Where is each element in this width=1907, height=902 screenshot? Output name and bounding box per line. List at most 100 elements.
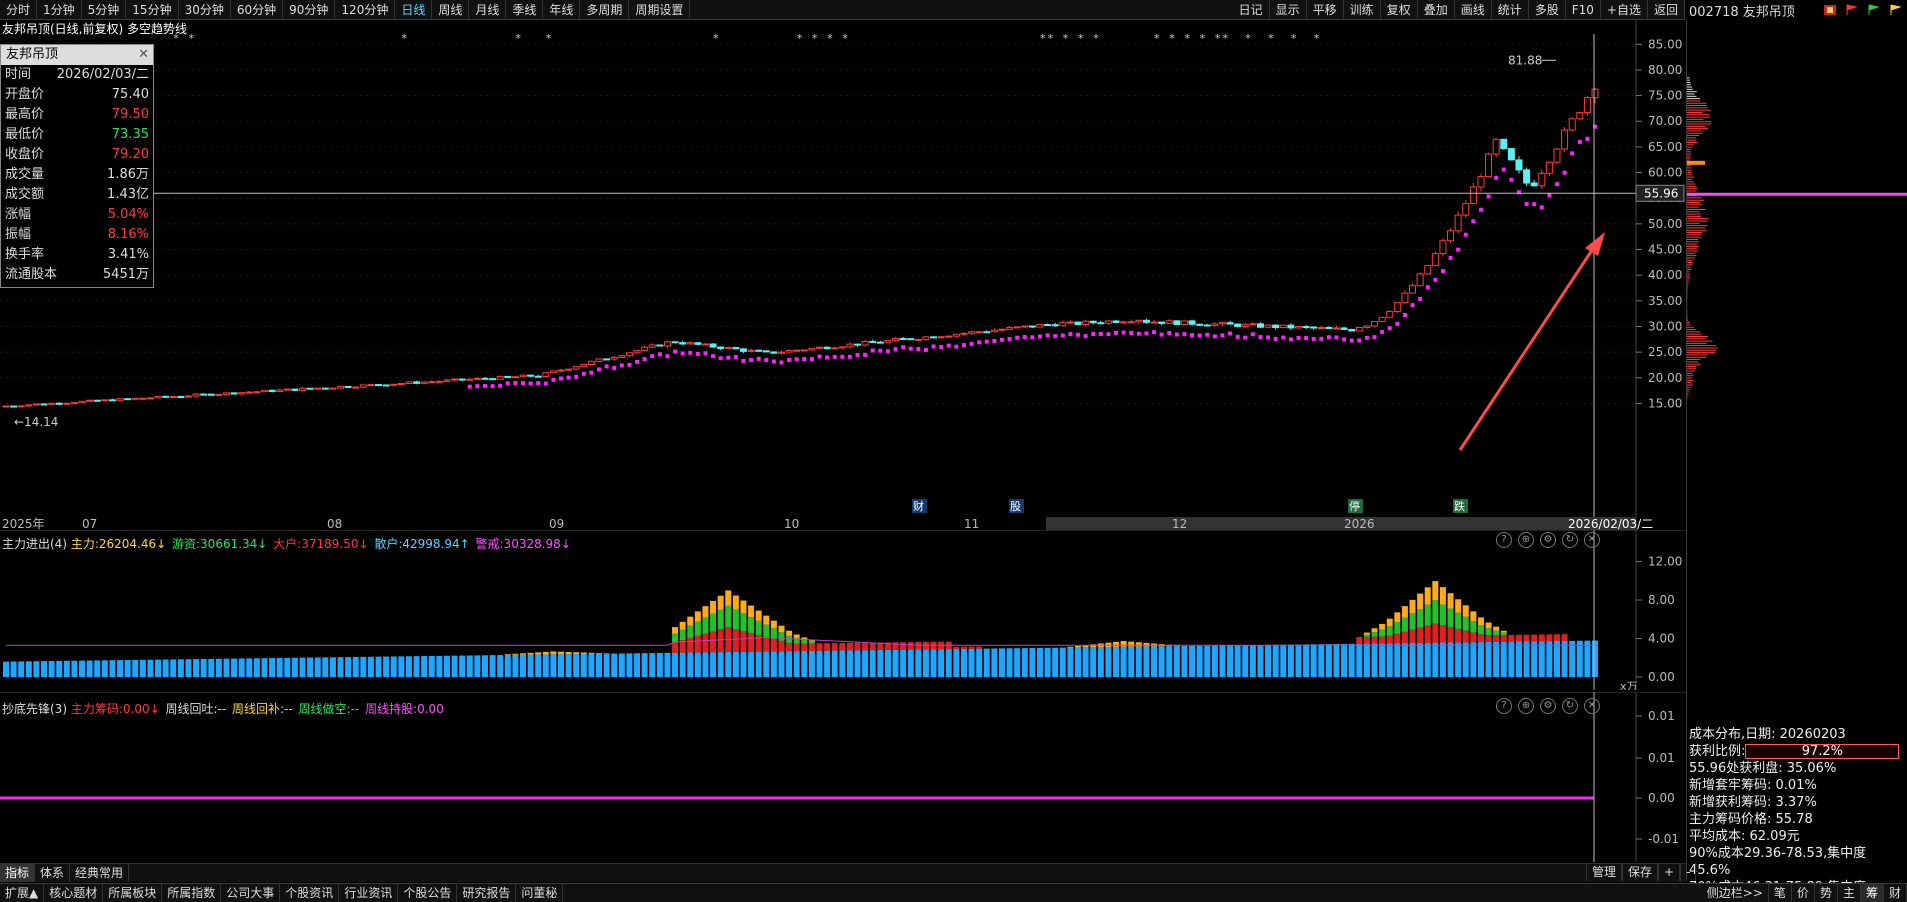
side-tab[interactable]: 笔 xyxy=(1769,884,1792,902)
manage-button[interactable]: - xyxy=(1680,863,1697,881)
period-tab[interactable]: 周线 xyxy=(432,0,470,20)
indicator-tab[interactable]: 经典常用 xyxy=(70,864,130,882)
candle xyxy=(1393,302,1401,314)
period-tab[interactable]: 月线 xyxy=(469,0,507,20)
side-tab[interactable]: 主 xyxy=(1838,884,1861,902)
chip-red-icon[interactable] xyxy=(1823,4,1837,16)
indicator-name[interactable]: 抄底先锋(3) xyxy=(2,702,71,716)
refresh-icon[interactable]: ↻ xyxy=(1562,532,1578,548)
toolbar-button[interactable]: F10 xyxy=(1566,0,1601,20)
event-marker[interactable]: 财 xyxy=(912,499,927,513)
candle xyxy=(352,386,360,389)
indicator-tab[interactable]: 体系 xyxy=(35,864,71,882)
signal-star: * xyxy=(1215,32,1221,45)
help-icon[interactable]: ? xyxy=(1496,698,1512,714)
info-key: 流通股本 xyxy=(5,267,58,282)
manage-button[interactable]: 管理 xyxy=(1586,863,1623,881)
period-tab[interactable]: 15分钟 xyxy=(126,0,179,20)
toolbar-button[interactable]: 多股 xyxy=(1529,0,1566,20)
manage-button[interactable]: 保存 xyxy=(1622,863,1659,881)
indicator-panel-main-force[interactable]: 12.00 8.00 4.00 0.00 x万 xyxy=(0,530,1686,690)
candle xyxy=(899,337,907,341)
period-tab[interactable]: 1分钟 xyxy=(37,0,82,20)
period-tab[interactable]: 周期设置 xyxy=(629,0,691,20)
status-tab[interactable]: 研究报告 xyxy=(457,883,517,902)
indicator-panel-bottom-pioneer[interactable]: 0.01 0.01 0.00 -0.01 xyxy=(0,692,1686,862)
period-tab[interactable]: 60分钟 xyxy=(231,0,284,20)
close-icon[interactable]: ✕ xyxy=(1584,698,1600,714)
indicator1-tools: ? ⊕ ⚙ ↻ ✕ xyxy=(1496,532,1600,548)
period-tab[interactable]: 年线 xyxy=(543,0,581,20)
manage-button[interactable]: + xyxy=(1658,863,1681,881)
zoom-icon[interactable]: ⊕ xyxy=(1518,698,1534,714)
close-icon[interactable]: ✕ xyxy=(138,45,149,65)
toolbar-button[interactable]: 显示 xyxy=(1270,0,1307,20)
period-tab[interactable]: 季线 xyxy=(506,0,544,20)
candle xyxy=(998,328,1006,331)
status-tab[interactable]: 问董秘 xyxy=(516,883,564,902)
side-tab[interactable]: 价 xyxy=(1792,884,1815,902)
indicator-tab[interactable]: 指标 xyxy=(0,864,36,882)
y-tick-label: 40.00 xyxy=(1648,268,1682,282)
trend-dot xyxy=(1258,335,1263,340)
side-tab[interactable]: 财 xyxy=(1884,884,1907,902)
side-tab[interactable]: 势 xyxy=(1815,884,1838,902)
side-tab[interactable]: 筹 xyxy=(1860,884,1884,902)
event-marker[interactable]: 跌 xyxy=(1453,499,1468,513)
status-tab[interactable]: 公司大事 xyxy=(221,883,281,902)
toolbar-button[interactable]: 返回 xyxy=(1648,0,1685,20)
refresh-icon[interactable]: ↻ xyxy=(1562,698,1578,714)
indicator-value: 大户:37189.50↓ xyxy=(273,537,373,551)
toolbar-button[interactable]: 画线 xyxy=(1455,0,1492,20)
period-tab[interactable]: 日线 xyxy=(395,0,433,20)
gear-icon[interactable]: ⚙ xyxy=(1540,698,1556,714)
trend-dot xyxy=(1045,333,1050,338)
x-axis-range-highlight[interactable] xyxy=(1046,517,1636,530)
trend-dot xyxy=(1007,336,1012,341)
status-tab[interactable]: 扩展▲ xyxy=(0,883,45,902)
status-tab[interactable]: 核心题材 xyxy=(44,883,104,902)
status-tab[interactable]: 所属指数 xyxy=(162,883,222,902)
period-tab[interactable]: 5分钟 xyxy=(82,0,127,20)
flag-red-icon[interactable] xyxy=(1845,4,1859,16)
candle xyxy=(367,383,375,387)
cost-distribution-chart[interactable] xyxy=(1687,21,1907,441)
period-tab[interactable]: 分时 xyxy=(0,0,38,20)
quote-info-box[interactable]: 友邦吊顶 ✕ 时间 2026/02/03/二 开盘价 75.40 最高价 79.50 最低价 7… xyxy=(0,44,154,288)
event-marker[interactable]: 股 xyxy=(1009,499,1024,513)
status-tab[interactable]: 行业资讯 xyxy=(339,883,399,902)
trend-dot xyxy=(1471,219,1476,224)
event-marker[interactable]: 停 xyxy=(1348,499,1363,513)
toolbar-button[interactable]: 日记 xyxy=(1233,0,1270,20)
period-toolbar: 分时 1分钟 5分钟 15分钟 30分钟 60分钟 90分钟 120分钟 日线 周线 月线 季线 年线多… xyxy=(0,0,1907,20)
toolbar-button[interactable]: 平移 xyxy=(1307,0,1344,20)
toolbar-button[interactable]: 复权 xyxy=(1381,0,1418,20)
toolbar-button[interactable]: +自选 xyxy=(1601,0,1648,20)
period-tab[interactable]: 多周期 xyxy=(580,0,630,20)
period-tab[interactable]: 120分钟 xyxy=(335,0,396,20)
help-icon[interactable]: ? xyxy=(1496,532,1512,548)
period-tab[interactable]: 30分钟 xyxy=(179,0,231,20)
trend-dot xyxy=(1266,335,1271,340)
period-tab[interactable]: 90分钟 xyxy=(283,0,336,20)
gear-icon[interactable]: ⚙ xyxy=(1540,532,1556,548)
info-row: 成交量 1.86万 xyxy=(1,165,153,185)
toolbar-button[interactable]: 训练 xyxy=(1344,0,1381,20)
candle xyxy=(1431,251,1439,267)
indicator-manage-buttons: 管理 保存 + - xyxy=(1586,863,1697,882)
indicator-name[interactable]: 主力进出(4) xyxy=(2,537,71,551)
side-tab[interactable]: 侧边栏>> xyxy=(1702,884,1769,902)
status-tab[interactable]: 个股公告 xyxy=(398,883,458,902)
status-tab[interactable]: 所属板块 xyxy=(103,883,163,902)
flag-green-icon[interactable] xyxy=(1867,4,1881,16)
period-tabs: 分时 1分钟 5分钟 15分钟 30分钟 60分钟 90分钟 120分钟 日线 周线 月线 季线 年线多… xyxy=(0,0,691,20)
close-icon[interactable]: ✕ xyxy=(1584,532,1600,548)
toolbar-button[interactable]: 统计 xyxy=(1492,0,1529,20)
toolbar-button[interactable]: 叠加 xyxy=(1418,0,1455,20)
candle xyxy=(511,376,519,379)
status-tab[interactable]: 个股资讯 xyxy=(280,883,340,902)
kline-chart[interactable]: 85.0080.0075.0070.0065.0060.0055.0050.00… xyxy=(0,20,1686,530)
zoom-icon[interactable]: ⊕ xyxy=(1518,532,1534,548)
status-bar: 扩展▲ 核心题材 所属板块 所属指数 公司大事 个股资讯 行业资讯 个股公告 研究报告 问董秘 侧… xyxy=(0,883,1907,902)
flag-yellow-icon[interactable] xyxy=(1889,4,1903,16)
